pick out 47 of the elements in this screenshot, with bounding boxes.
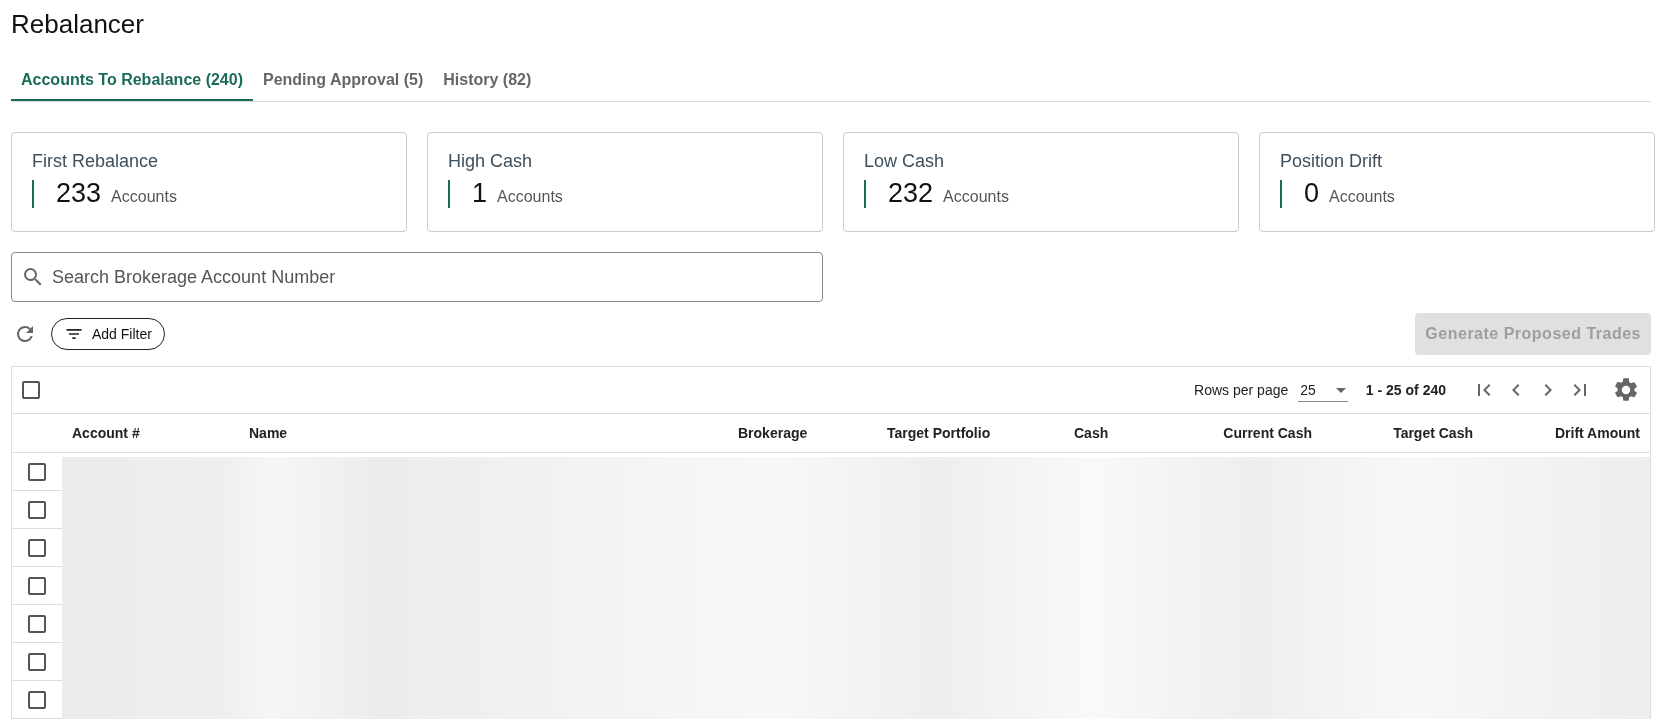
rows-per-page-label: Rows per page — [1194, 382, 1289, 398]
add-filter-button[interactable]: Add Filter — [51, 318, 165, 350]
summary-card[interactable]: Position Drift 0 Accounts — [1259, 132, 1655, 232]
settings-icon[interactable] — [1612, 376, 1640, 404]
column-header[interactable]: Target Portfolio — [877, 425, 1064, 441]
accent-bar — [448, 179, 450, 208]
row-checkbox[interactable] — [28, 462, 46, 481]
rows-per-page-select[interactable]: 25 — [1298, 378, 1348, 402]
row-checkbox[interactable] — [28, 614, 46, 633]
accent-bar — [1280, 179, 1282, 208]
tab[interactable]: History (82) — [433, 62, 542, 101]
search-field[interactable]: Search Brokerage Account Number — [11, 252, 823, 302]
page-title: Rebalancer — [11, 8, 145, 40]
tab[interactable]: Accounts To Rebalance (240) — [11, 62, 253, 101]
row-checkbox[interactable] — [28, 576, 46, 595]
column-header[interactable]: Drift Amount — [1554, 425, 1650, 441]
select-all-checkbox[interactable] — [22, 381, 40, 399]
row-checkbox[interactable] — [28, 690, 46, 709]
column-header[interactable]: Account # — [62, 425, 239, 441]
summary-card[interactable]: High Cash 1 Accounts — [427, 132, 823, 232]
card-title: High Cash — [448, 151, 534, 172]
count-unit: Accounts — [111, 188, 177, 206]
card-title: Position Drift — [1280, 151, 1384, 172]
column-header[interactable]: Target Cash — [1393, 425, 1483, 441]
card-title: Low Cash — [864, 151, 946, 172]
row-checkbox[interactable] — [28, 652, 46, 671]
column-header[interactable]: Cash — [1064, 425, 1192, 441]
column-header[interactable]: Current Cash — [1223, 425, 1322, 441]
column-header[interactable]: Brokerage — [728, 425, 877, 441]
accent-bar — [864, 179, 866, 208]
caret-icon — [1335, 387, 1346, 393]
account-count: 233 — [56, 178, 102, 209]
account-count: 0 — [1304, 178, 1320, 209]
accent-bar — [32, 179, 34, 208]
page-range: 1 - 25 of 240 — [1365, 382, 1446, 398]
column-header[interactable]: Name — [239, 425, 728, 441]
card-title: First Rebalance — [32, 151, 160, 172]
row-checkbox[interactable] — [28, 500, 46, 519]
summary-card[interactable]: Low Cash 232 Accounts — [843, 132, 1239, 232]
count-unit: Accounts — [497, 188, 563, 206]
count-unit: Accounts — [1329, 188, 1395, 206]
tab[interactable]: Pending Approval (5) — [253, 62, 434, 101]
account-count: 232 — [888, 178, 934, 209]
count-unit: Accounts — [943, 188, 1009, 206]
summary-card[interactable]: First Rebalance 233 Accounts — [11, 132, 407, 232]
account-count: 1 — [472, 178, 488, 209]
row-checkbox[interactable] — [28, 538, 46, 557]
